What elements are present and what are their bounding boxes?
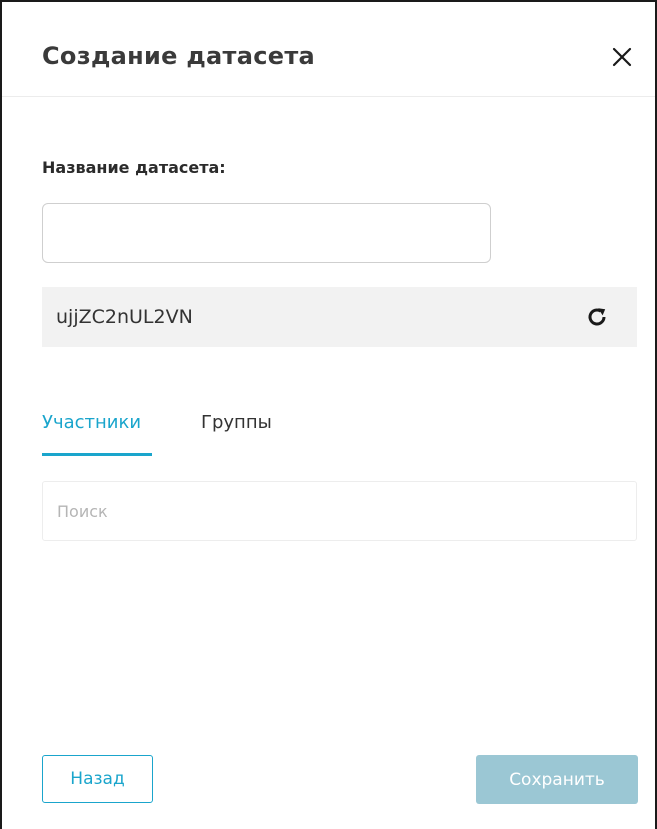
close-icon <box>612 47 632 67</box>
dataset-name-label: Название датасета: <box>42 158 226 177</box>
dialog-title: Создание датасета <box>42 42 316 70</box>
refresh-icon <box>588 308 606 326</box>
active-tab-indicator <box>42 453 152 456</box>
tab-members[interactable]: Участники <box>42 410 141 436</box>
tab-groups[interactable]: Группы <box>201 410 272 436</box>
back-button[interactable]: Назад <box>42 755 153 803</box>
save-button[interactable]: Сохранить <box>476 755 638 804</box>
search-input[interactable] <box>42 481 637 541</box>
generated-id-value: ujjZC2nUL2VN <box>56 306 193 328</box>
create-dataset-dialog: Создание датасета Название датасета: ujj… <box>0 0 657 829</box>
dataset-name-input[interactable] <box>42 203 491 263</box>
close-button[interactable] <box>607 42 637 72</box>
dialog-header: Создание датасета <box>2 2 655 97</box>
generated-id-field: ujjZC2nUL2VN <box>42 287 637 347</box>
regenerate-id-button[interactable] <box>585 305 609 329</box>
